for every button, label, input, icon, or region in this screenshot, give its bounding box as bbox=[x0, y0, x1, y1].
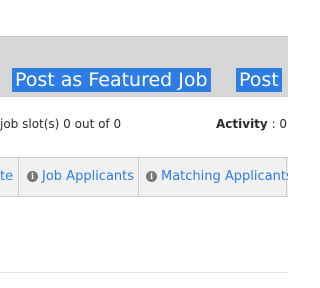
job-slot-count-text: job slot(s) 0 out of 0 bbox=[0, 117, 122, 131]
applicant-tabs: te i Job Applicants i Matching Applicants bbox=[0, 157, 288, 197]
tab-truncated[interactable]: te bbox=[0, 158, 13, 196]
tab-divider bbox=[138, 158, 139, 196]
post-as-featured-job-button[interactable]: Post as Featured Job bbox=[12, 68, 211, 92]
job-slot-info-row: job slot(s) 0 out of 0 Activity : 0 vi bbox=[0, 110, 288, 138]
info-icon: i bbox=[146, 171, 157, 182]
tab-matching-applicants-label: Matching Applicants bbox=[161, 169, 288, 184]
activity-summary: Activity : 0 vi bbox=[216, 110, 288, 138]
job-posting-page: Post as Featured Job Post job slot(s) 0 … bbox=[0, 0, 288, 288]
activity-label: Activity bbox=[216, 117, 268, 131]
post-job-button[interactable]: Post bbox=[236, 68, 282, 92]
tab-job-applicants-label: Job Applicants bbox=[42, 169, 135, 184]
tab-job-applicants[interactable]: i Job Applicants bbox=[27, 158, 134, 196]
content-divider bbox=[0, 272, 288, 273]
info-icon: i bbox=[27, 171, 38, 182]
activity-value: : 0 vi bbox=[271, 117, 288, 131]
tab-divider bbox=[18, 158, 19, 196]
tab-divider bbox=[286, 158, 287, 196]
tab-matching-applicants[interactable]: i Matching Applicants bbox=[146, 158, 288, 196]
